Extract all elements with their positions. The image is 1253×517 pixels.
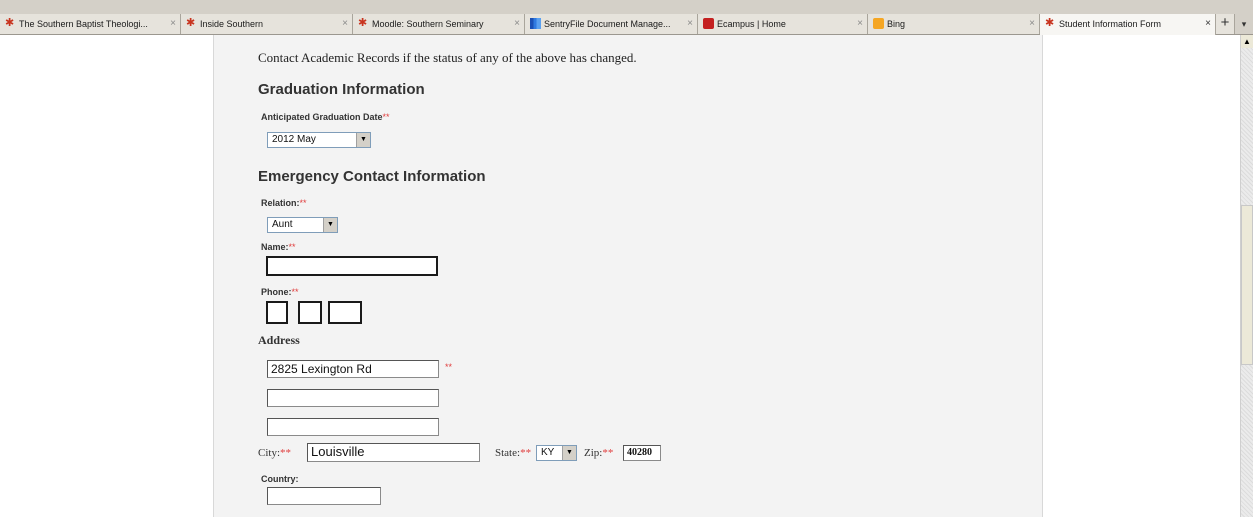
- phone-label: Phone:**: [261, 287, 299, 297]
- required-marker: **: [291, 287, 299, 297]
- chevron-down-icon[interactable]: ▼: [562, 446, 576, 460]
- seminary-star-icon: ✱: [358, 17, 368, 29]
- emergency-heading: Emergency Contact Information: [258, 168, 486, 185]
- tab-moodle[interactable]: ✱ Moodle: Southern Seminary ×: [353, 14, 525, 34]
- country-input[interactable]: [267, 487, 381, 505]
- bing-icon: [873, 18, 884, 29]
- phone-label-text: Phone:: [261, 287, 292, 297]
- relation-select[interactable]: Aunt ▼: [267, 217, 338, 233]
- zip-label-text: Zip:: [584, 447, 603, 459]
- relation-value: Aunt: [272, 219, 293, 230]
- state-value: KY: [541, 447, 555, 458]
- graduation-heading: Graduation Information: [258, 81, 425, 98]
- phone-area-code-input[interactable]: [266, 301, 288, 324]
- ecampus-icon: [703, 18, 714, 29]
- records-note: Contact Academic Records if the status o…: [258, 50, 637, 65]
- phone-prefix-input[interactable]: [298, 301, 322, 324]
- close-tab-icon[interactable]: ×: [687, 14, 693, 34]
- required-marker: **: [299, 198, 307, 208]
- address-line2-input[interactable]: [267, 389, 439, 407]
- close-tab-icon[interactable]: ×: [514, 14, 520, 34]
- close-tab-icon[interactable]: ×: [1205, 14, 1211, 34]
- address-line1-value: 2825 Lexington Rd: [271, 362, 372, 376]
- close-tab-icon[interactable]: ×: [857, 14, 863, 34]
- phone-line-number-input[interactable]: [328, 301, 362, 324]
- close-tab-icon[interactable]: ×: [1029, 14, 1035, 34]
- chevron-down-icon[interactable]: ▼: [356, 133, 370, 147]
- seminary-star-icon: ✱: [1045, 17, 1055, 29]
- tab-ecampus[interactable]: Ecampus | Home ×: [698, 14, 868, 34]
- city-value: Louisville: [311, 444, 365, 459]
- chevron-down-icon[interactable]: ▼: [323, 218, 337, 232]
- address-line1-input[interactable]: 2825 Lexington Rd: [267, 360, 439, 378]
- vertical-scrollbar[interactable]: ▲: [1240, 35, 1253, 517]
- graduation-date-value: 2012 May: [272, 134, 316, 145]
- tab-sentryfile[interactable]: SentryFile Document Manage... ×: [525, 14, 698, 34]
- required-marker: **: [445, 362, 453, 372]
- required-marker: **: [520, 447, 532, 459]
- sentryfile-chart-icon: [530, 18, 541, 29]
- required-marker: **: [280, 447, 292, 459]
- zip-value: 40280: [627, 447, 652, 458]
- seminary-star-icon: ✱: [5, 17, 15, 29]
- country-label: Country:: [261, 474, 299, 484]
- graduation-date-label: Anticipated Graduation Date**: [261, 112, 390, 122]
- tab-inside-southern[interactable]: ✱ Inside Southern ×: [181, 14, 353, 34]
- city-label: City:**: [258, 447, 291, 459]
- new-tab-button[interactable]: +: [1216, 14, 1235, 34]
- required-marker: **: [602, 447, 614, 459]
- relation-label: Relation:**: [261, 198, 307, 208]
- state-select[interactable]: KY ▼: [536, 445, 577, 461]
- state-label-text: State:: [495, 447, 521, 459]
- required-marker: **: [382, 112, 390, 122]
- seminary-star-icon: ✱: [186, 17, 196, 29]
- emergency-name-input[interactable]: [266, 256, 438, 276]
- address-heading: Address: [258, 333, 300, 347]
- tab-bing[interactable]: Bing ×: [868, 14, 1040, 34]
- zip-label: Zip:**: [584, 447, 613, 459]
- address-line3-input[interactable]: [267, 418, 439, 436]
- page-content: Contact Academic Records if the status o…: [0, 35, 1240, 517]
- browser-tab-bar: ✱ The Southern Baptist Theologi... × ✱ I…: [0, 0, 1253, 35]
- name-label: Name:**: [261, 242, 296, 252]
- close-tab-icon[interactable]: ×: [170, 14, 176, 34]
- tab-list-menu-button[interactable]: ▾: [1237, 14, 1251, 34]
- tab-southern-baptist[interactable]: ✱ The Southern Baptist Theologi... ×: [0, 14, 181, 34]
- scroll-up-arrow-icon[interactable]: ▲: [1241, 35, 1253, 48]
- tab-student-information-form[interactable]: ✱ Student Information Form ×: [1040, 14, 1216, 35]
- zip-input[interactable]: 40280: [623, 445, 661, 461]
- scrollbar-thumb[interactable]: [1241, 205, 1253, 365]
- graduation-date-select[interactable]: 2012 May ▼: [267, 132, 371, 148]
- relation-label-text: Relation:: [261, 198, 300, 208]
- name-label-text: Name:: [261, 242, 289, 252]
- city-label-text: City:: [258, 447, 281, 459]
- close-tab-icon[interactable]: ×: [342, 14, 348, 34]
- state-label: State:**: [495, 447, 531, 459]
- city-input[interactable]: Louisville: [307, 443, 480, 462]
- form-panel: Contact Academic Records if the status o…: [213, 35, 1043, 517]
- graduation-date-label-text: Anticipated Graduation Date: [261, 112, 383, 122]
- required-marker: **: [288, 242, 296, 252]
